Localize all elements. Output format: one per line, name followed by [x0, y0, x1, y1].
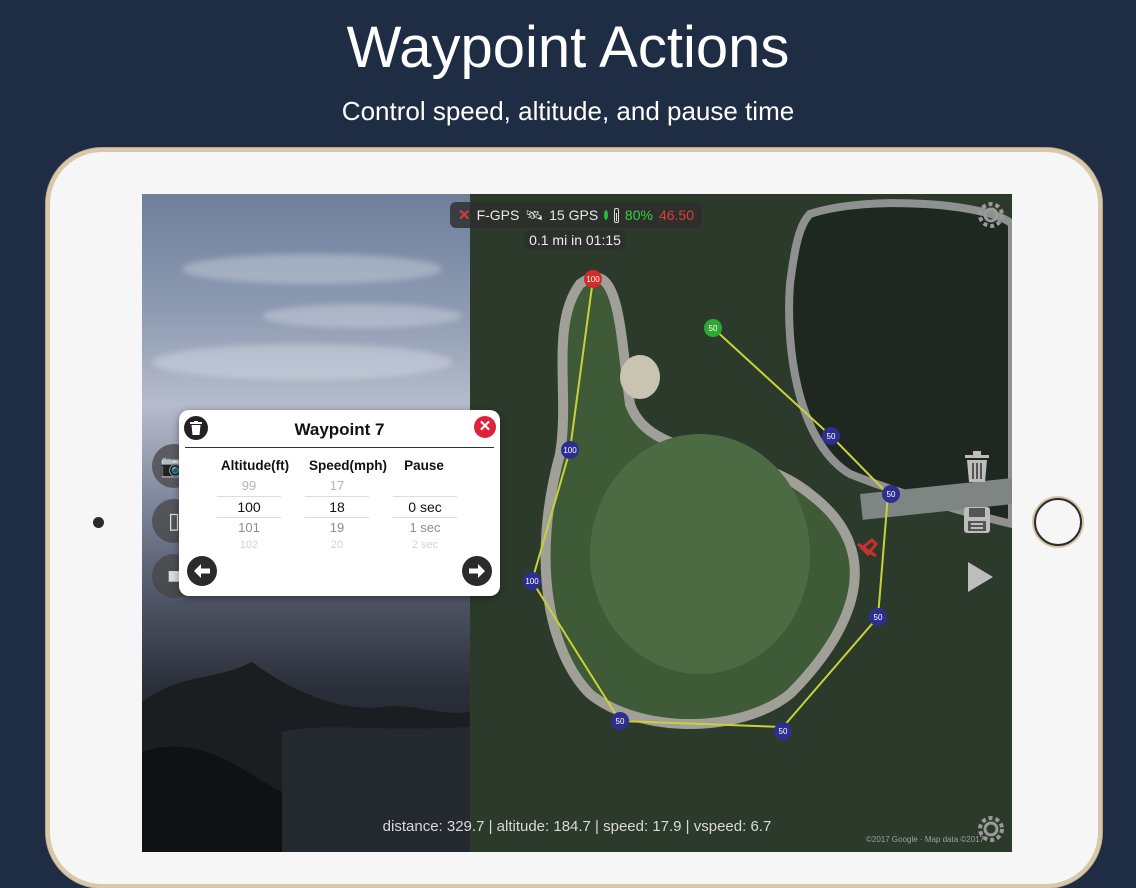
waypoint-label: 100	[525, 577, 539, 586]
arrow-left-icon	[194, 564, 210, 578]
picker-option[interactable]: 19	[305, 518, 369, 538]
play-icon	[968, 562, 993, 592]
picker-option[interactable]: 99	[217, 476, 281, 496]
waypoint-marker[interactable]: 50	[611, 712, 629, 730]
mountain-silhouette	[142, 662, 470, 852]
waypoint-marker-end[interactable]: 100	[584, 270, 602, 288]
front-camera	[93, 517, 104, 528]
speed-column-header: Speed(mph)	[308, 458, 387, 473]
waypoint-label: 100	[563, 446, 577, 455]
battery-icon	[614, 207, 619, 223]
delete-mission-button[interactable]	[957, 447, 997, 487]
cloud	[152, 344, 452, 380]
waypoint-label: 50	[874, 613, 883, 622]
gear-icon[interactable]	[976, 200, 1006, 230]
satellite-icon: 🛰	[525, 206, 544, 223]
picker-option[interactable]: 102	[217, 538, 281, 552]
battery-percent: 80%	[624, 207, 653, 223]
distance-eta: 0.1 mi in 01:15	[524, 230, 626, 250]
subline: Control speed, altitude, and pause time	[341, 96, 795, 126]
waypoint-marker-start[interactable]: 50	[704, 319, 722, 337]
waypoint-label: 50	[779, 727, 788, 736]
dialog-divider	[185, 447, 494, 448]
battery-voltage: 46.50	[658, 207, 694, 223]
next-waypoint-button[interactable]	[462, 556, 492, 586]
picker-selected[interactable]: 18	[305, 496, 369, 518]
cloud	[182, 254, 442, 284]
pause-column-header: Pause	[404, 458, 444, 473]
start-mission-button[interactable]	[960, 557, 1000, 597]
picker-option[interactable]: 17	[305, 476, 369, 496]
flight-telemetry-readout: distance: 329.7 | altitude: 184.7 | spee…	[382, 818, 772, 835]
fgps-label: F-GPS	[476, 207, 520, 223]
satellite-map[interactable]: 100 100 100 50 50 50 50 50 50	[470, 194, 1012, 852]
picker-option[interactable]	[393, 476, 457, 496]
waypoint-label: 50	[709, 324, 718, 333]
save-mission-button[interactable]	[957, 500, 997, 540]
picker-selected[interactable]: 0 sec	[393, 496, 457, 518]
waypoint-label: 50	[827, 432, 836, 441]
headline: Waypoint Actions	[346, 15, 790, 80]
waypoint-dialog: Waypoint 7 ✕ Altitude(ft) Speed(mph) Pau…	[179, 410, 500, 596]
picker-option[interactable]: 2 sec	[393, 538, 457, 552]
close-dialog-button[interactable]: ✕	[474, 416, 496, 438]
waypoint-marker[interactable]: 100	[523, 572, 541, 590]
waypoint-marker[interactable]: 50	[774, 722, 792, 740]
gps-status-dot	[604, 210, 609, 220]
gps-warning-icon: ✕	[458, 207, 471, 224]
picker-option[interactable]: 1 sec	[393, 518, 457, 538]
app-screen: 100 100 100 50 50 50 50 50 50 ✕ F-GPS 🛰 …	[142, 194, 1012, 852]
trash-icon	[965, 451, 989, 482]
home-button[interactable]	[1034, 498, 1082, 546]
save-icon	[964, 507, 990, 533]
altitude-column-header: Altitude(ft)	[220, 458, 290, 473]
waypoint-marker[interactable]: 50	[882, 485, 900, 503]
waypoint-marker[interactable]: 50	[822, 427, 840, 445]
previous-waypoint-button[interactable]	[187, 556, 217, 586]
waypoint-label: 100	[586, 275, 600, 284]
dialog-title: Waypoint 7	[294, 420, 385, 439]
waypoint-label: 50	[616, 717, 625, 726]
waypoint-marker[interactable]: 50	[869, 608, 887, 626]
waypoint-marker[interactable]: 100	[561, 441, 579, 459]
close-icon: ✕	[478, 418, 492, 435]
map-copyright: ©2017 Google · Map data ©2017	[866, 835, 985, 844]
picker-option[interactable]: 20	[305, 538, 369, 552]
pause-picker[interactable]: 0 sec 1 sec 2 sec	[393, 476, 457, 552]
cloud	[262, 304, 462, 328]
telemetry-status-bar: ✕ F-GPS 🛰 15 GPS 80% 46.50	[450, 202, 702, 228]
waypoint-layer: 100 100 100 50 50 50 50 50 50	[523, 270, 900, 740]
picker-selected[interactable]: 100	[217, 496, 281, 518]
picker-option[interactable]: 101	[217, 518, 281, 538]
speed-picker[interactable]: 17 18 19 20	[305, 476, 369, 552]
gps-count: 15 GPS	[549, 207, 599, 223]
arrow-right-icon	[469, 564, 485, 578]
altitude-picker[interactable]: 99 100 101 102	[217, 476, 281, 552]
waypoint-label: 50	[887, 490, 896, 499]
